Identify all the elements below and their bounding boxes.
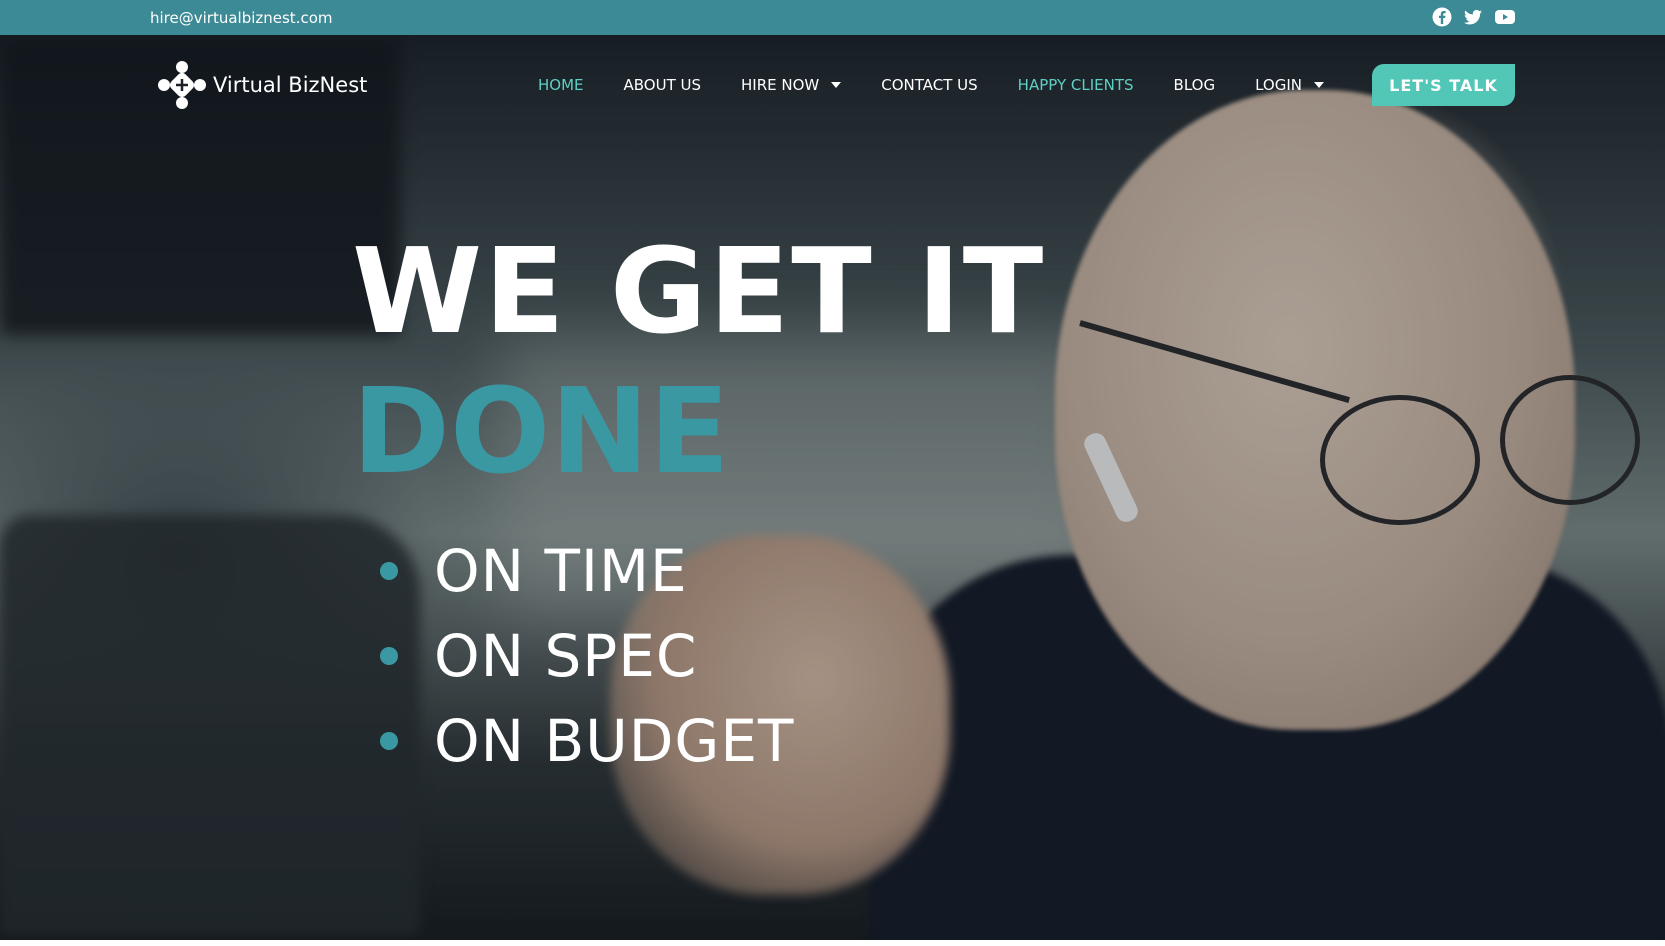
contact-email-link[interactable]: hire@virtualbiznest.com: [150, 9, 333, 27]
bullet-dot-icon: [380, 561, 398, 580]
nav-blog[interactable]: BLOG: [1174, 76, 1216, 94]
hero-headline: WE GET IT: [352, 222, 1046, 360]
social-links: [1432, 7, 1515, 27]
nav-blog-label: BLOG: [1173, 76, 1216, 94]
top-bar: hire@virtualbiznest.com: [0, 0, 1665, 35]
brand-name: Virtual BizNest: [213, 73, 368, 97]
bullet-dot-icon: [380, 646, 398, 665]
hero-bullet-list: ON TIME ON SPEC ON BUDGET: [380, 528, 794, 783]
nav-hire-now[interactable]: HIRE NOW: [741, 76, 842, 94]
list-item: ON SPEC: [380, 613, 794, 698]
hero-background: [0, 35, 1665, 940]
facebook-icon[interactable]: [1432, 7, 1452, 27]
lets-talk-button[interactable]: LET'S TALK: [1372, 64, 1515, 106]
nav-about-us-label: ABOUT US: [623, 76, 702, 94]
twitter-icon[interactable]: [1463, 7, 1483, 27]
nav-home-label: HOME: [538, 76, 584, 94]
chevron-down-icon: [1314, 82, 1324, 88]
nav-login-label: LOGIN: [1255, 76, 1302, 94]
bullet-text: ON TIME: [434, 536, 688, 605]
nav-about-us[interactable]: ABOUT US: [624, 76, 702, 94]
nav-home[interactable]: HOME: [538, 76, 584, 94]
main-header: Virtual BizNest HOME ABOUT US HIRE NOW C…: [0, 35, 1665, 135]
bullet-dot-icon: [380, 731, 398, 750]
hero-headline-accent: DONE: [352, 362, 730, 500]
chevron-down-icon: [831, 82, 842, 88]
nav-login[interactable]: LOGIN: [1255, 76, 1324, 94]
nav-hire-now-label: HIRE NOW: [741, 76, 820, 94]
site-logo[interactable]: Virtual BizNest: [155, 58, 367, 112]
list-item: ON TIME: [380, 528, 794, 613]
bullet-text: ON BUDGET: [434, 706, 795, 775]
page-bottom-edge: [0, 940, 1665, 946]
primary-nav: HOME ABOUT US HIRE NOW CONTACT US HAPPY …: [538, 76, 1364, 94]
nav-happy-clients[interactable]: HAPPY CLIENTS: [1018, 76, 1134, 94]
logo-icon: [158, 61, 206, 109]
nav-contact-us-label: CONTACT US: [881, 76, 978, 94]
youtube-icon[interactable]: [1494, 7, 1515, 27]
list-item: ON BUDGET: [380, 698, 794, 783]
nav-contact-us[interactable]: CONTACT US: [881, 76, 977, 94]
nav-happy-clients-label: HAPPY CLIENTS: [1017, 76, 1134, 94]
bullet-text: ON SPEC: [434, 621, 698, 690]
